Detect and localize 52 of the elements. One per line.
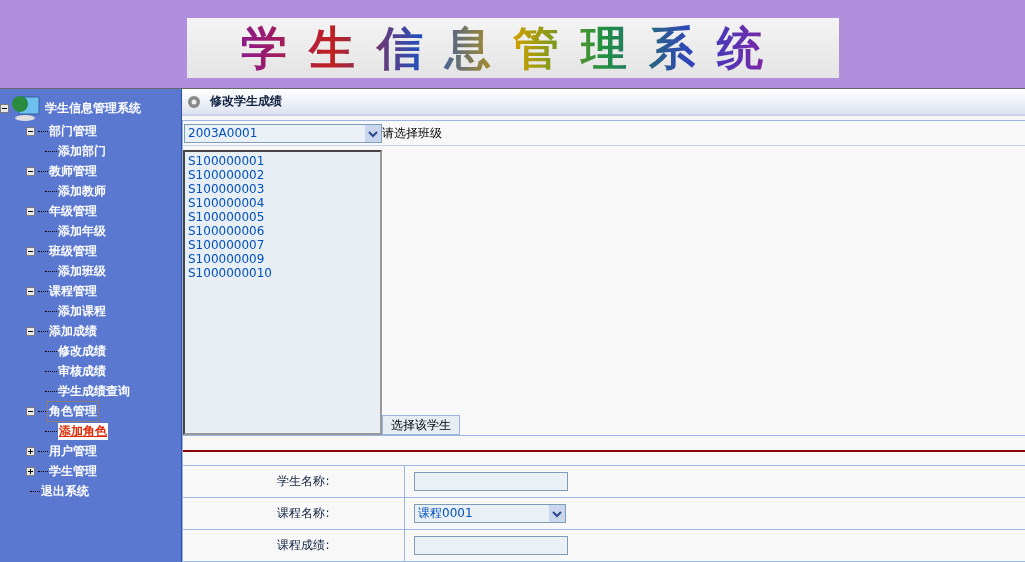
- collapse-icon[interactable]: [26, 286, 35, 296]
- tree-node[interactable]: 学生管理: [49, 462, 97, 480]
- list-option[interactable]: S100000005: [188, 210, 377, 224]
- collapse-icon[interactable]: [26, 406, 35, 416]
- tree-node[interactable]: 添加成绩: [49, 322, 97, 340]
- tree-link[interactable]: 添加部门: [58, 142, 106, 160]
- list-option[interactable]: S1000000010: [188, 266, 377, 280]
- expand-icon[interactable]: [26, 446, 35, 456]
- collapse-icon[interactable]: [26, 326, 35, 336]
- tree-link[interactable]: 添加年级: [58, 222, 106, 240]
- collapse-icon[interactable]: [26, 206, 35, 216]
- computer-icon: [11, 95, 43, 121]
- form-label: 课程成绩:: [277, 537, 330, 554]
- expand-icon[interactable]: [26, 466, 35, 476]
- list-option[interactable]: S100000002: [188, 168, 377, 182]
- tree-link[interactable]: 学生成绩查询: [58, 382, 130, 400]
- tree-link[interactable]: 添加班级: [58, 262, 106, 280]
- list-option[interactable]: S100000006: [188, 224, 377, 238]
- select-student-button[interactable]: 选择该学生: [382, 415, 460, 435]
- tree-node[interactable]: 用户管理: [49, 442, 97, 460]
- tree-node[interactable]: 班级管理: [49, 242, 97, 260]
- list-option[interactable]: S100000004: [188, 196, 377, 210]
- tree-node[interactable]: 部门管理: [49, 122, 97, 140]
- collapse-icon[interactable]: [0, 103, 9, 113]
- form-label: 课程名称:: [277, 505, 330, 522]
- list-option[interactable]: S100000001: [188, 154, 377, 168]
- tree-link[interactable]: 添加课程: [58, 302, 106, 320]
- student-listbox[interactable]: S100000001 S100000002 S100000003 S100000004 S100000005 S100000006 S100000007 S100000009 S1000000010: [183, 150, 382, 435]
- tree-node[interactable]: 角色管理: [49, 402, 97, 420]
- collapse-icon[interactable]: [26, 166, 35, 176]
- tree-link[interactable]: 退出系统: [41, 482, 89, 500]
- tree-node[interactable]: 年级管理: [49, 202, 97, 220]
- tree-link[interactable]: 添加教师: [58, 182, 106, 200]
- input-field[interactable]: [414, 536, 568, 555]
- select-label: 请选择班级: [382, 124, 442, 142]
- tree-node[interactable]: 教师管理: [49, 162, 97, 180]
- tree-link[interactable]: 修改成绩: [58, 342, 106, 360]
- input-field[interactable]: [414, 472, 568, 491]
- tree-root-label[interactable]: 学生信息管理系统: [45, 99, 141, 117]
- tree-link[interactable]: 添加角色: [58, 422, 108, 440]
- collapse-icon[interactable]: [26, 126, 35, 136]
- class-select[interactable]: 2003A0001: [184, 123, 382, 143]
- banner-logo: 学生信息管理系统: [186, 18, 839, 78]
- collapse-icon[interactable]: [26, 246, 35, 256]
- form-label: 学生名称:: [277, 473, 330, 490]
- page-title: 修改学生成绩: [210, 93, 282, 110]
- list-option[interactable]: S100000009: [188, 252, 377, 266]
- course-select[interactable]: 课程0001: [414, 504, 566, 523]
- tree-link[interactable]: 审核成绩: [58, 362, 106, 380]
- list-option[interactable]: S100000003: [188, 182, 377, 196]
- tree-node[interactable]: 课程管理: [49, 282, 97, 300]
- list-option[interactable]: S100000007: [188, 238, 377, 252]
